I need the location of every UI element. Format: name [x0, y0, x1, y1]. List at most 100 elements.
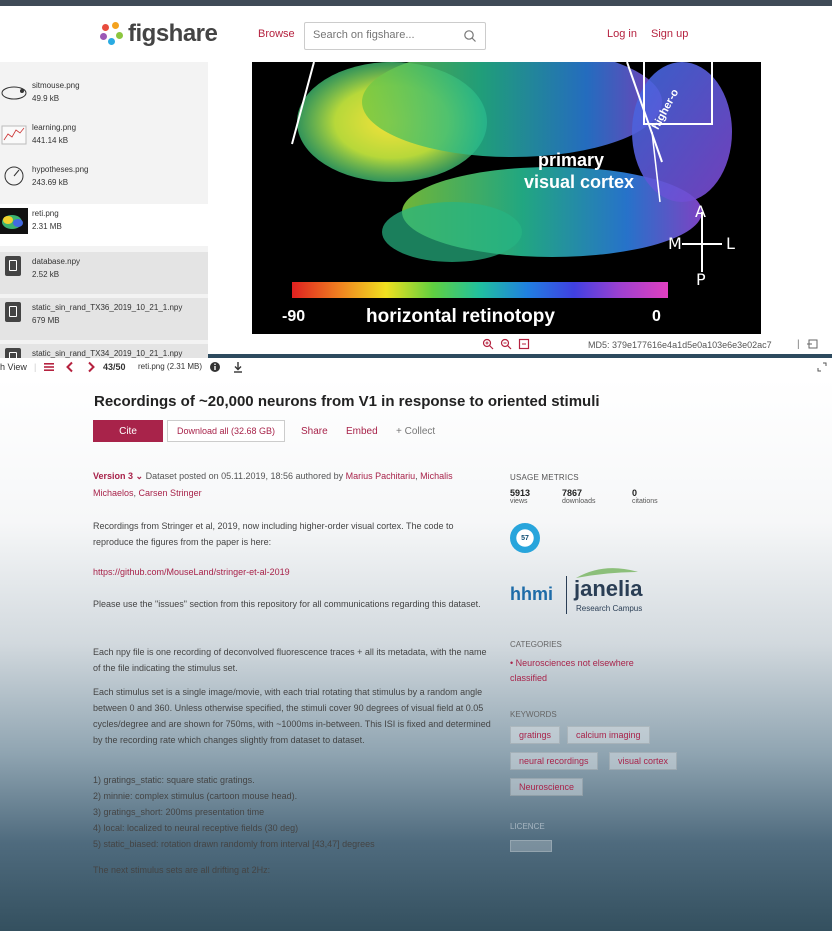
- altmetric-score: 57: [521, 534, 529, 542]
- file-item-static-tx36[interactable]: static_sin_rand_TX36_2019_10_21_1.npy 67…: [0, 298, 208, 340]
- author-link[interactable]: Carsen Stringer: [139, 488, 202, 498]
- file-item-hypotheses[interactable]: hypotheses.png 243.69 kB: [0, 160, 208, 202]
- list-item: 4) local: localized to neural receptive …: [93, 823, 299, 833]
- direction-m: M: [668, 234, 682, 253]
- keyword-tag[interactable]: Neuroscience: [510, 778, 584, 796]
- keyword-tag[interactable]: neural recordings: [510, 752, 598, 770]
- description-paragraph: The next stimulus sets are all drifting …: [93, 865, 271, 875]
- file-size: 243.69 kB: [32, 178, 69, 187]
- list-item: 5) static_biased: rotation drawn randoml…: [93, 839, 375, 849]
- search-icon[interactable]: [463, 29, 477, 43]
- separator: |: [34, 362, 37, 372]
- hhmi-logo: hhmi: [510, 584, 553, 604]
- annotation-primary: primary: [538, 150, 605, 170]
- file-item[interactable]: [0, 62, 208, 76]
- category-link[interactable]: • Neurosciences not elsewhere classified: [510, 656, 660, 686]
- share-link[interactable]: Share: [301, 426, 328, 437]
- search-input[interactable]: [313, 29, 463, 41]
- cite-button[interactable]: Cite: [93, 420, 163, 442]
- fit-screen-icon[interactable]: [518, 338, 530, 350]
- description-paragraph: Each stimulus set is a single image/movi…: [93, 687, 491, 745]
- citations-label: citations: [632, 498, 658, 505]
- file-item-learning[interactable]: learning.png 441.14 kB: [0, 118, 208, 160]
- views-label: views: [510, 498, 528, 505]
- zoom-out-icon[interactable]: [500, 338, 512, 350]
- file-position: 43/50: [103, 362, 126, 372]
- colorbar-min: -90: [282, 308, 306, 325]
- zoom-in-icon[interactable]: [482, 338, 494, 350]
- collect-link[interactable]: + Collect: [396, 426, 435, 437]
- login-link[interactable]: Log in: [607, 28, 637, 40]
- posted-info: Dataset posted on 05.11.2019, 18:56 auth…: [145, 471, 344, 481]
- citations-count: 0: [632, 488, 638, 498]
- file-thumbnail: [1, 86, 27, 100]
- brand-name: figshare: [128, 20, 218, 47]
- current-file: reti.png (2.31 MB): [138, 362, 203, 371]
- file-name: database.npy: [32, 257, 81, 266]
- download-all-button[interactable]: Download all (32.68 GB): [167, 420, 285, 442]
- md5-checksum: MD5: 379e177616e4a1d5e0a103e6e3e02ac7: [588, 340, 772, 350]
- article-title: Recordings of ~20,000 neurons from V1 in…: [94, 393, 600, 410]
- views-count: 5913: [510, 488, 531, 498]
- info-icon[interactable]: [209, 361, 221, 373]
- search-box[interactable]: [304, 22, 486, 50]
- downloads-metric: 7867 downloads: [562, 488, 595, 505]
- file-name: hypotheses.png: [32, 165, 89, 174]
- usage-metrics-title[interactable]: USAGE METRICS: [510, 473, 579, 482]
- direction-a: A: [695, 202, 706, 221]
- top-header: figshare Browse Log in Sign up: [0, 0, 832, 62]
- version-selector[interactable]: Version 3: [93, 471, 133, 481]
- list-item: 3) gratings_short: 200ms presentation ti…: [93, 807, 265, 817]
- list-icon[interactable]: [43, 361, 55, 373]
- document-icon: [5, 348, 21, 358]
- file-item-database[interactable]: database.npy 2.52 kB: [0, 252, 208, 294]
- file-list[interactable]: sitmouse.png 49.9 kB learning.png 441.14…: [0, 62, 208, 358]
- expand-icon[interactable]: [816, 361, 828, 373]
- file-size: 2.31 MB: [32, 222, 62, 231]
- colorbar: [292, 282, 668, 298]
- document-icon: [5, 302, 21, 322]
- keywords-title: KEYWORDS: [510, 710, 557, 719]
- janelia-logo: janelia: [574, 576, 643, 601]
- signup-link[interactable]: Sign up: [651, 28, 688, 40]
- github-link[interactable]: https://github.com/MouseLand/stringer-et…: [93, 567, 290, 577]
- keyword-tag[interactable]: gratings: [510, 726, 561, 744]
- separator: |: [797, 339, 800, 350]
- file-thumbnail: [1, 125, 27, 145]
- keyword-tag[interactable]: visual cortex: [609, 752, 678, 770]
- altmetric-badge[interactable]: 57: [510, 523, 540, 553]
- description-paragraph: Please use the "issues" section from thi…: [93, 599, 481, 609]
- image-preview[interactable]: primary visual cortex higher-o A M L P -…: [252, 62, 761, 334]
- file-size: 49.9 kB: [32, 94, 60, 103]
- file-name: reti.png: [32, 209, 59, 218]
- author-link[interactable]: Marius Pachitariu: [346, 471, 416, 481]
- downloads-label: downloads: [562, 498, 596, 505]
- citations-metric: 0 citations: [632, 488, 658, 505]
- view-toggle[interactable]: h View: [0, 362, 27, 372]
- licence-title: LICENCE: [510, 822, 545, 831]
- article-content: Recordings of ~20,000 neurons from V1 in…: [0, 378, 832, 931]
- file-size: 2.52 kB: [32, 270, 60, 279]
- licence-badge[interactable]: [510, 840, 552, 852]
- preview-tools: [482, 338, 530, 350]
- stimulus-list: 1) gratings_static: square static gratin…: [93, 772, 493, 852]
- file-item-sitmouse[interactable]: sitmouse.png 49.9 kB: [0, 76, 208, 118]
- file-item-reti[interactable]: reti.png 2.31 MB: [0, 204, 208, 246]
- previous-icon[interactable]: [64, 361, 76, 373]
- direction-l: L: [726, 234, 735, 253]
- colorbar-label: horizontal retinotopy: [366, 306, 555, 327]
- embed-icon[interactable]: [806, 338, 818, 350]
- downloads-count: 7867: [562, 488, 583, 498]
- chevron-down-icon[interactable]: ⌄: [133, 471, 144, 481]
- figshare-logo[interactable]: figshare: [100, 20, 218, 48]
- category-label: Neurosciences not elsewhere classified: [510, 658, 634, 683]
- download-icon[interactable]: [232, 361, 244, 373]
- direction-p: P: [696, 270, 706, 289]
- browse-link[interactable]: Browse: [258, 28, 295, 40]
- file-name: static_sin_rand_TX36_2019_10_21_1.npy: [32, 303, 183, 312]
- keyword-tag[interactable]: calcium imaging: [567, 726, 650, 744]
- file-thumbnail: [4, 166, 24, 186]
- file-item-static-tx34[interactable]: static_sin_rand_TX34_2019_10_21_1.npy: [0, 344, 208, 358]
- embed-link[interactable]: Embed: [346, 426, 378, 437]
- next-icon[interactable]: [85, 361, 97, 373]
